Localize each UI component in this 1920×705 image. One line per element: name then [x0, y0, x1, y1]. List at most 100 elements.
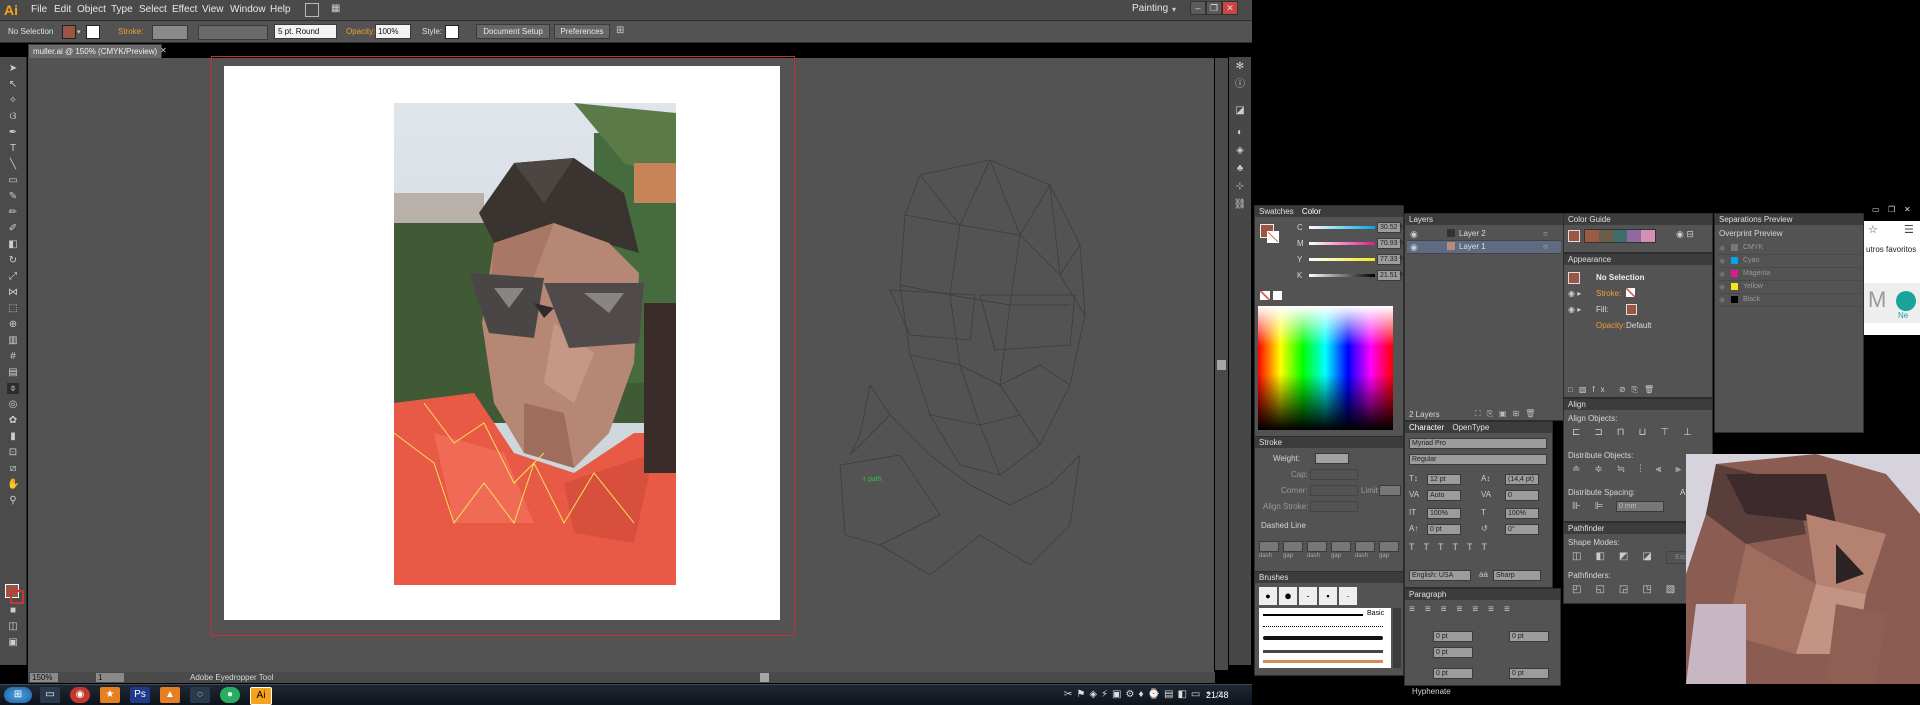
menu-file[interactable]: File: [31, 4, 47, 15]
ink-row[interactable]: ◉ CMYK: [1717, 242, 1861, 255]
pencil-tool-icon[interactable]: ✏: [7, 207, 19, 218]
stroke-label[interactable]: Stroke:: [118, 27, 143, 36]
chevron-down-icon[interactable]: ▾: [1172, 5, 1176, 14]
space-after-field[interactable]: 0 pt: [1509, 668, 1549, 679]
mesh-tool-icon[interactable]: #: [7, 351, 19, 362]
shape-builder-tool-icon[interactable]: ⊕: [7, 319, 19, 330]
zoom-tool-icon[interactable]: ⚲: [7, 495, 19, 506]
opacity-label[interactable]: Opacity:: [346, 27, 375, 36]
workspace-switcher[interactable]: Painting: [1132, 3, 1168, 14]
tab-opentype[interactable]: OpenType: [1452, 423, 1489, 432]
illustrator-icon[interactable]: Ai: [250, 687, 272, 705]
stroke-weight-field[interactable]: [152, 25, 188, 40]
base-color-swatch[interactable]: [1568, 230, 1580, 242]
right-indent-field[interactable]: 0 pt: [1509, 631, 1549, 642]
layer-name[interactable]: Layer 2: [1459, 229, 1486, 238]
links-icon[interactable]: ⛓: [1233, 199, 1247, 211]
dashed-line-checkbox[interactable]: Dashed Line: [1261, 521, 1306, 530]
arrange-documents-icon[interactable]: ▦: [331, 3, 345, 15]
menu-help[interactable]: Help: [270, 4, 291, 15]
scale-tool-icon[interactable]: ⤢: [7, 271, 19, 282]
baseline-field[interactable]: 0 pt: [1427, 524, 1461, 535]
left-indent-field[interactable]: 0 pt: [1433, 631, 1473, 642]
eye-icon[interactable]: ◉ ▸: [1568, 305, 1581, 314]
close-icon[interactable]: ✕: [160, 46, 167, 55]
line-tool-icon[interactable]: ╲: [7, 159, 19, 170]
tab-color[interactable]: Color: [1302, 207, 1321, 216]
graphic-styles-icon[interactable]: ◈: [1233, 145, 1247, 157]
scroll-thumb[interactable]: [1217, 360, 1226, 370]
fill-swatch[interactable]: [62, 25, 76, 39]
layers-footer-buttons[interactable]: ⛶⎘▣⊞🗑: [1475, 409, 1541, 419]
zoom-field[interactable]: 150%: [30, 673, 58, 682]
horizontal-scale-field[interactable]: 100%: [1505, 508, 1539, 519]
stroke-none-swatch[interactable]: [1626, 288, 1635, 297]
channel-m-slider[interactable]: [1309, 242, 1375, 245]
fill-swatch[interactable]: [1626, 304, 1637, 315]
menu-window[interactable]: Window: [230, 4, 266, 15]
eye-icon[interactable]: ◉: [1410, 242, 1418, 253]
start-button-icon[interactable]: ⊞: [4, 687, 32, 703]
rotate-tool-icon[interactable]: ↻: [7, 255, 19, 266]
overprint-preview-checkbox[interactable]: Overprint Preview: [1719, 229, 1783, 238]
stroke-swatch[interactable]: [86, 25, 100, 39]
weight-field[interactable]: [1315, 453, 1349, 464]
slice-tool-icon[interactable]: ⧄: [7, 463, 19, 474]
menu-object[interactable]: Object: [77, 4, 106, 15]
rectangle-tool-icon[interactable]: ▭: [7, 175, 19, 186]
menu-icon[interactable]: ☰: [1904, 223, 1914, 236]
tab-swatches[interactable]: Swatches: [1259, 207, 1294, 216]
color-mode-icon[interactable]: ■: [7, 605, 19, 616]
screen-mode-icon[interactable]: ▣: [7, 637, 19, 648]
distribute-spacing-buttons[interactable]: ⊪⊫: [1572, 501, 1617, 512]
brushes-scrollbar[interactable]: [1393, 608, 1401, 668]
vlc-icon[interactable]: ▲: [160, 687, 180, 703]
kerning-field[interactable]: 0: [1505, 490, 1539, 501]
direct-selection-tool-icon[interactable]: ↖: [7, 79, 19, 90]
column-graph-tool-icon[interactable]: ▮: [7, 431, 19, 442]
restore-icon[interactable]: ❐: [1888, 205, 1895, 214]
lasso-tool-icon[interactable]: ଓ: [7, 111, 19, 122]
white-swatch[interactable]: [1273, 291, 1282, 300]
language-field[interactable]: English: USA: [1409, 570, 1471, 581]
channel-c-value[interactable]: 30.52 %: [1377, 222, 1406, 233]
variable-width-profile[interactable]: [198, 25, 268, 40]
symbols-icon[interactable]: ♣: [1233, 163, 1247, 175]
graphic-style-swatch[interactable]: [445, 25, 459, 39]
paintbrush-tool-icon[interactable]: ✎: [7, 191, 19, 202]
spotify-icon[interactable]: ●: [220, 687, 240, 703]
target-icon[interactable]: ○: [1543, 229, 1548, 238]
close-icon[interactable]: ✕: [1904, 205, 1911, 214]
perspective-grid-tool-icon[interactable]: ▥: [7, 335, 19, 346]
preferences-button[interactable]: Preferences: [554, 24, 610, 39]
wireframe-outline[interactable]: [830, 155, 1110, 585]
menu-select[interactable]: Select: [139, 4, 167, 15]
close-icon[interactable]: ✕: [1222, 1, 1238, 15]
target-icon[interactable]: ○: [1543, 242, 1548, 251]
star-icon[interactable]: ☆: [1868, 223, 1878, 236]
menu-effect[interactable]: Effect: [172, 4, 197, 15]
color-guide-swatch[interactable]: [1599, 230, 1613, 242]
distribute-objects-buttons[interactable]: ≐≑≒⫶⫷⫸: [1572, 464, 1695, 475]
minimize-icon[interactable]: –: [1190, 1, 1206, 15]
vertical-scale-field[interactable]: 100%: [1427, 508, 1461, 519]
transform-icon[interactable]: ⊹: [1233, 181, 1247, 193]
restore-icon[interactable]: ❐: [1206, 1, 1222, 15]
channel-m-value[interactable]: 70.93 %: [1377, 238, 1406, 249]
space-before-field[interactable]: 0 pt: [1433, 668, 1473, 679]
blob-brush-tool-icon[interactable]: ✐: [7, 223, 19, 234]
gear-icon[interactable]: ✻: [1233, 61, 1247, 73]
color-wheel-icon[interactable]: ◉ ⊟: [1676, 229, 1694, 240]
brush-swatches[interactable]: ● ● - ▪ ·: [1259, 587, 1359, 605]
color-guide-swatch[interactable]: [1627, 230, 1641, 242]
fill-attribute[interactable]: Fill:: [1596, 305, 1608, 314]
align-objects-buttons[interactable]: ⊏⊐⊓⊔⊤⊥: [1572, 427, 1706, 438]
app-icon[interactable]: ★: [100, 687, 120, 703]
hyphenate-checkbox[interactable]: Hyphenate: [1412, 687, 1451, 696]
eye-icon[interactable]: ◉: [1719, 283, 1725, 291]
artboard-tool-icon[interactable]: ⊡: [7, 447, 19, 458]
channel-k-value[interactable]: 21.51 %: [1377, 270, 1406, 281]
stroke-none-icon[interactable]: [1267, 231, 1279, 243]
eye-icon[interactable]: ◉ ▸: [1568, 289, 1581, 298]
bookmarks-text[interactable]: utros favoritos: [1866, 245, 1916, 254]
